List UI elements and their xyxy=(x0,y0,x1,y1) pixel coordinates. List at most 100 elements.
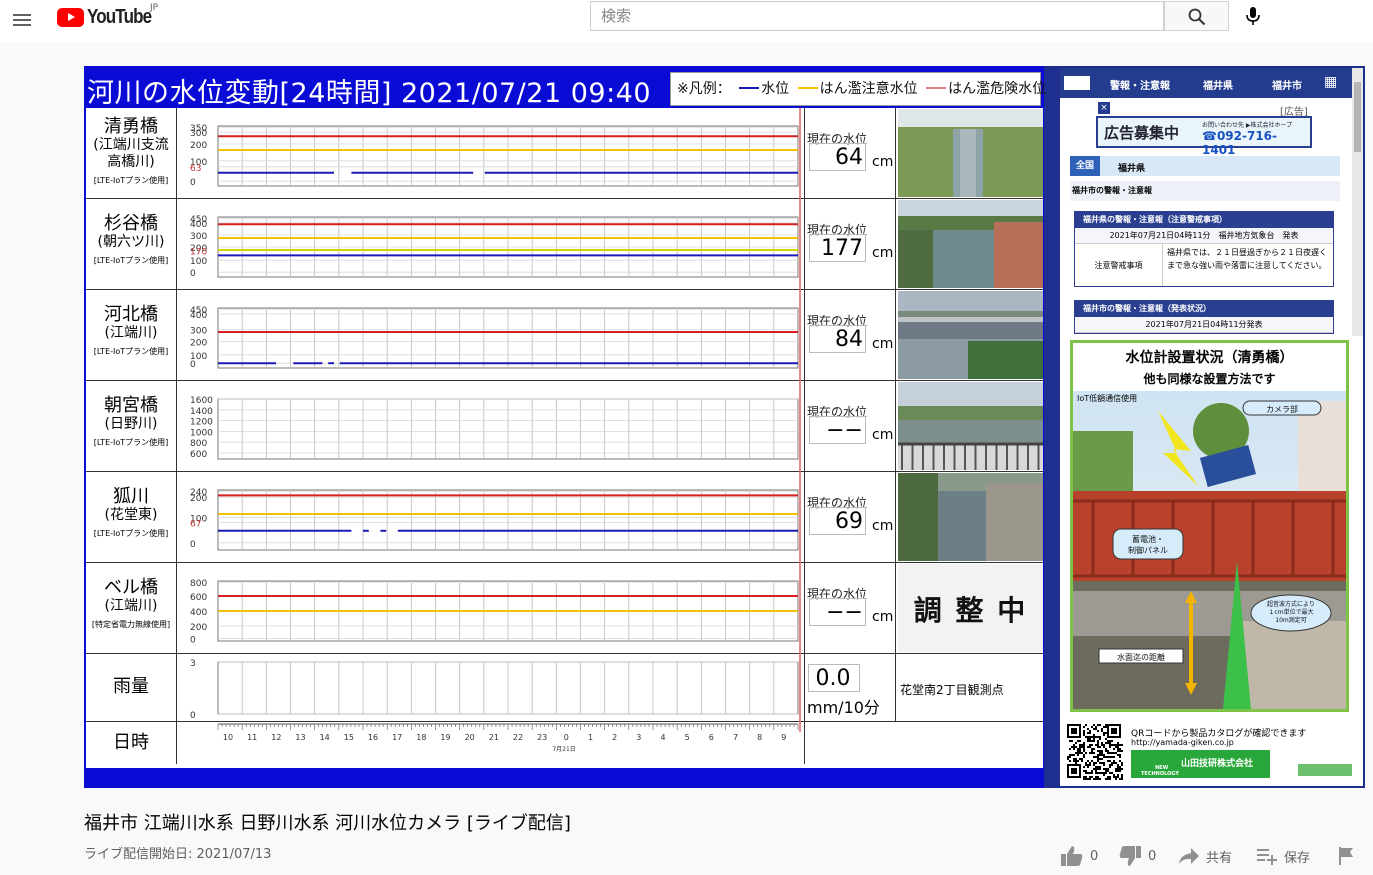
qr-code-icon[interactable] xyxy=(1067,724,1123,780)
hour-tick-label: 21 xyxy=(489,733,499,742)
axis-tick-label: 0 xyxy=(190,178,196,188)
thumbs-down-icon xyxy=(1119,846,1141,866)
legend-danger-level: はん濫危険水位 xyxy=(948,81,1047,97)
ad-section-title: 福井市の警報・注意報 xyxy=(1070,181,1340,201)
station-graph: 800 600 400 200 0 xyxy=(178,563,805,654)
station-graph: 350 300 200 100 63 0 xyxy=(178,108,805,199)
breadcrumb-all[interactable]: 全国 xyxy=(1070,156,1100,176)
ad-footer: QRコードから製品カタログが確認できます http://yamada-giken… xyxy=(1060,718,1363,786)
level-graph: 4504003002001000 xyxy=(190,290,801,381)
save-button[interactable]: 保存 xyxy=(1256,843,1310,869)
axis-tick-label: 170 xyxy=(190,248,207,258)
axis-tick-label: 200 xyxy=(190,141,207,151)
dislike-count: 0 xyxy=(1148,848,1157,864)
qr-url[interactable]: http://yamada-giken.co.jp xyxy=(1131,738,1234,747)
axis-tick-label: 0 xyxy=(190,711,196,721)
company-logo[interactable]: 山田技研株式会社 NEW TECHNOLOGY xyxy=(1131,750,1270,778)
hour-tick-label: 16 xyxy=(368,733,378,742)
camera-status: 調 整 中 xyxy=(913,593,1028,627)
hour-tick-label: 19 xyxy=(440,733,450,742)
hour-tick-label: 15 xyxy=(344,733,354,742)
ad-nav-fukui-pref[interactable]: 福井県 xyxy=(1203,77,1233,92)
legend-caution-level: はん濫注意水位 xyxy=(819,81,918,97)
microphone-icon[interactable] xyxy=(1244,6,1262,26)
axis-tick-label: 200 xyxy=(190,494,207,504)
hour-tick-label: 9 xyxy=(781,733,786,742)
stream-frame: 河川の水位変動[24時間] 2021/07/21 09:40 ※凡例： 水位 は… xyxy=(84,66,1047,788)
breadcrumb-pref[interactable]: 福井県 xyxy=(1118,161,1145,174)
level-graph: 4504003002001701000 xyxy=(190,199,801,290)
unit-cm: cm xyxy=(872,609,894,625)
like-button[interactable]: 0 xyxy=(1060,843,1098,869)
station-graph: 240 200 100 67 0 xyxy=(178,472,805,563)
report-button[interactable] xyxy=(1338,843,1362,869)
search-button[interactable] xyxy=(1164,1,1229,31)
station-river-2: 高橋川) xyxy=(107,154,155,170)
ad-banner-title: 広告募集中 xyxy=(1104,124,1180,142)
level-graph: 350300200100630 xyxy=(190,108,801,199)
rain-graph: 30 xyxy=(178,654,805,722)
status-table-header: 福井市の警報・注意報（発表状況） xyxy=(1075,301,1333,317)
time-axis-svg: 10 11 12 13 14 15 16 17 18 19 20 21 22 23 0 1 2 3 4 5 6 7 8 97月… xyxy=(217,722,801,753)
axis-tick-label: 300 xyxy=(190,232,207,242)
camera-image xyxy=(898,200,1043,288)
masthead: YouTube JP 検索 xyxy=(0,0,1373,42)
camera-image xyxy=(898,291,1043,379)
axis-tick-label: 600 xyxy=(190,450,207,460)
station-river: (日野川) xyxy=(104,416,158,432)
video-player[interactable]: 河川の水位変動[24時間] 2021/07/21 09:40 ※凡例： 水位 は… xyxy=(84,66,1365,788)
station-network-note: [特定省電力無線使用] xyxy=(91,620,171,629)
ad-close-icon[interactable]: × xyxy=(1098,102,1110,114)
hour-tick-label: 12 xyxy=(271,733,281,742)
axis-tick-label: 3 xyxy=(190,659,196,669)
time-label-cell: 日時 xyxy=(86,722,177,764)
unit-cm: cm xyxy=(872,518,894,534)
status-table-date: 2021年07月21日04時11分発表 xyxy=(1075,317,1333,333)
dislike-button[interactable]: 0 xyxy=(1118,843,1156,869)
ad-nav-fukui-city[interactable]: 福井市 xyxy=(1272,77,1302,92)
grid-menu-icon[interactable]: ▦ xyxy=(1324,74,1337,90)
axis-tick-label: 300 xyxy=(190,327,207,337)
current-level-value: 64 xyxy=(809,143,866,171)
poster-battery-label-1: 蓄電池・ xyxy=(1132,534,1164,544)
youtube-logo[interactable]: YouTube xyxy=(57,6,163,28)
axis-tick-label: 63 xyxy=(190,164,201,174)
green-badge xyxy=(1298,764,1352,776)
poster-iot-label: IoT低額通信使用 xyxy=(1077,394,1138,403)
station-network-note: [LTE-IoTプラン使用] xyxy=(93,256,169,265)
rain-row: 雨量 3 0 0.0 mm/10分 花堂南2丁目観測点 xyxy=(86,654,1043,722)
ad-banner-sub: お問い合わせ先 ▶株式会社ホープ xyxy=(1202,122,1293,129)
camera-cell xyxy=(898,109,1043,197)
hour-tick-label: 5 xyxy=(685,733,690,742)
hour-tick-label: 23 xyxy=(537,733,547,742)
hamburger-menu-icon[interactable] xyxy=(12,8,36,32)
search-input[interactable]: 検索 xyxy=(590,1,1164,31)
warning-table-text: 福井県では、２１日昼過ぎから２１日夜遅くまで急な強い雨や落雷に注意してください。 xyxy=(1167,248,1327,270)
ad-banner[interactable]: 広告募集中 お問い合わせ先 ▶株式会社ホープ ☎092-716-1401 xyxy=(1096,116,1312,157)
station-name: 清勇橋 xyxy=(104,116,158,137)
share-button[interactable]: 共有 xyxy=(1178,843,1232,869)
hour-tick-label: 8 xyxy=(757,733,762,742)
camera-cell xyxy=(898,291,1043,379)
axis-tick-label: 200 xyxy=(190,623,207,633)
hour-tick-label: 14 xyxy=(320,733,330,742)
share-icon xyxy=(1179,848,1199,864)
current-level-value: 177 xyxy=(809,234,866,262)
flag-icon xyxy=(1339,847,1353,865)
current-level-value: −− xyxy=(809,598,866,626)
axis-tick-label: 800 xyxy=(190,579,207,589)
rain-observation-point: 花堂南2丁目観測点 xyxy=(900,683,1004,697)
current-level-cell: 現在の水位 −− cm xyxy=(806,381,896,471)
country-code: JP xyxy=(150,3,159,13)
station-river: (朝六ツ川) xyxy=(97,234,165,250)
station-river: (江端川) xyxy=(104,325,158,341)
ad-nav-warning[interactable]: 警報・注意報 xyxy=(1110,77,1170,92)
poster-subtitle: 他も同様な設置方法です xyxy=(1143,372,1276,386)
axis-tick-label: 300 xyxy=(190,129,207,139)
ad-scrollbar[interactable] xyxy=(1352,68,1363,336)
station-graph: 1600 1400 1200 1000 800 600 xyxy=(178,381,805,472)
level-graph: 30 xyxy=(190,654,801,722)
camera-image xyxy=(898,382,1043,470)
station-network-note: [LTE-IoTプラン使用] xyxy=(93,176,169,185)
station-name: 杉谷橋 xyxy=(104,213,158,234)
